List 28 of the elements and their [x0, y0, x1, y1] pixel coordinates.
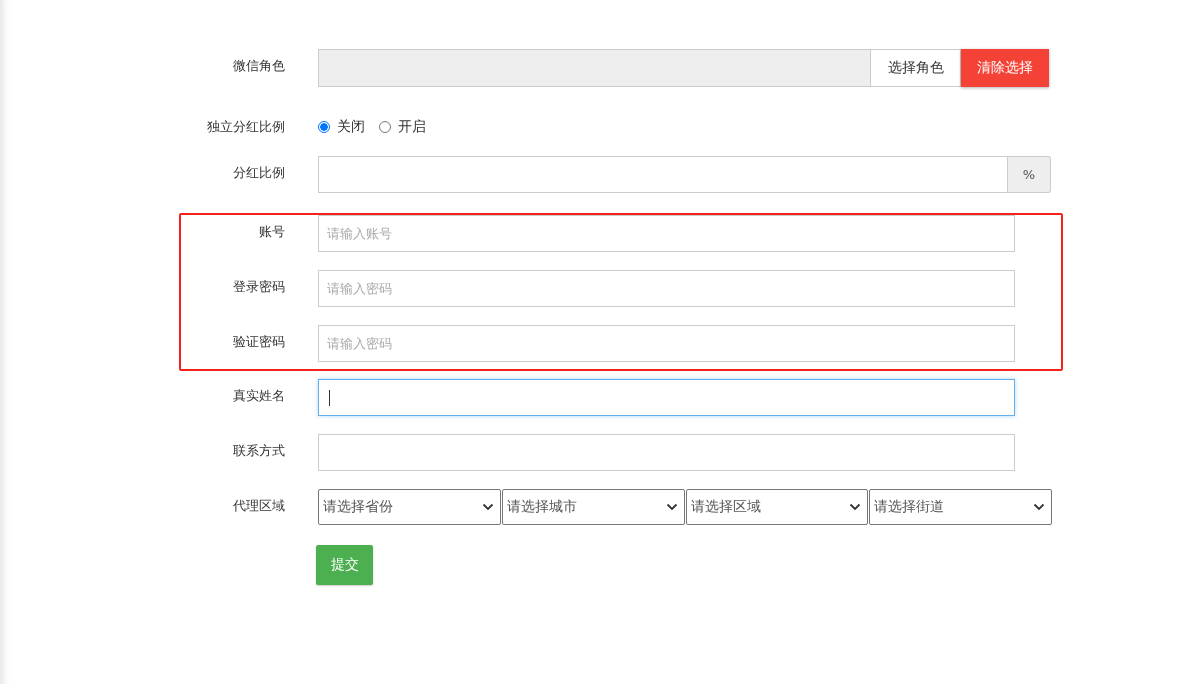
dropdown-select[interactable]: 请选择街道	[869, 489, 1052, 525]
chevron-down-icon	[1033, 503, 1045, 511]
dropdown-select[interactable]: 请选择城市	[501, 489, 685, 525]
input-field[interactable]	[318, 379, 1015, 416]
chevron-down-icon	[481, 503, 494, 511]
field-label: 联系方式	[232, 442, 285, 460]
field-label: 验证密码	[232, 333, 285, 351]
radio-label: 关闭	[337, 118, 365, 136]
percent-addon: %	[1008, 156, 1051, 193]
text-cursor	[329, 389, 330, 406]
radio-label: 开启	[398, 118, 426, 136]
clear-selection-button[interactable]: 清除选择	[961, 49, 1049, 87]
radio-button[interactable]	[318, 121, 330, 133]
dropdown-select[interactable]: 请选择区域	[685, 489, 869, 525]
dropdown-select[interactable]: 请选择省份	[318, 489, 501, 525]
input-field[interactable]	[318, 434, 1015, 471]
chevron-down-icon	[849, 503, 862, 511]
radio-button[interactable]	[379, 121, 391, 133]
field-label: 独立分红比例	[206, 118, 285, 136]
field-label: 真实姓名	[232, 387, 285, 405]
ratio-field[interactable]	[318, 156, 1008, 193]
field-label: 微信角色	[232, 57, 285, 75]
field-label: 分红比例	[232, 164, 285, 182]
field-label: 账号	[258, 223, 285, 241]
select-role-button[interactable]: 选择角色	[871, 49, 961, 87]
chevron-down-icon	[665, 503, 678, 511]
field-label: 登录密码	[232, 278, 285, 296]
field-label: 代理区域	[232, 497, 285, 515]
